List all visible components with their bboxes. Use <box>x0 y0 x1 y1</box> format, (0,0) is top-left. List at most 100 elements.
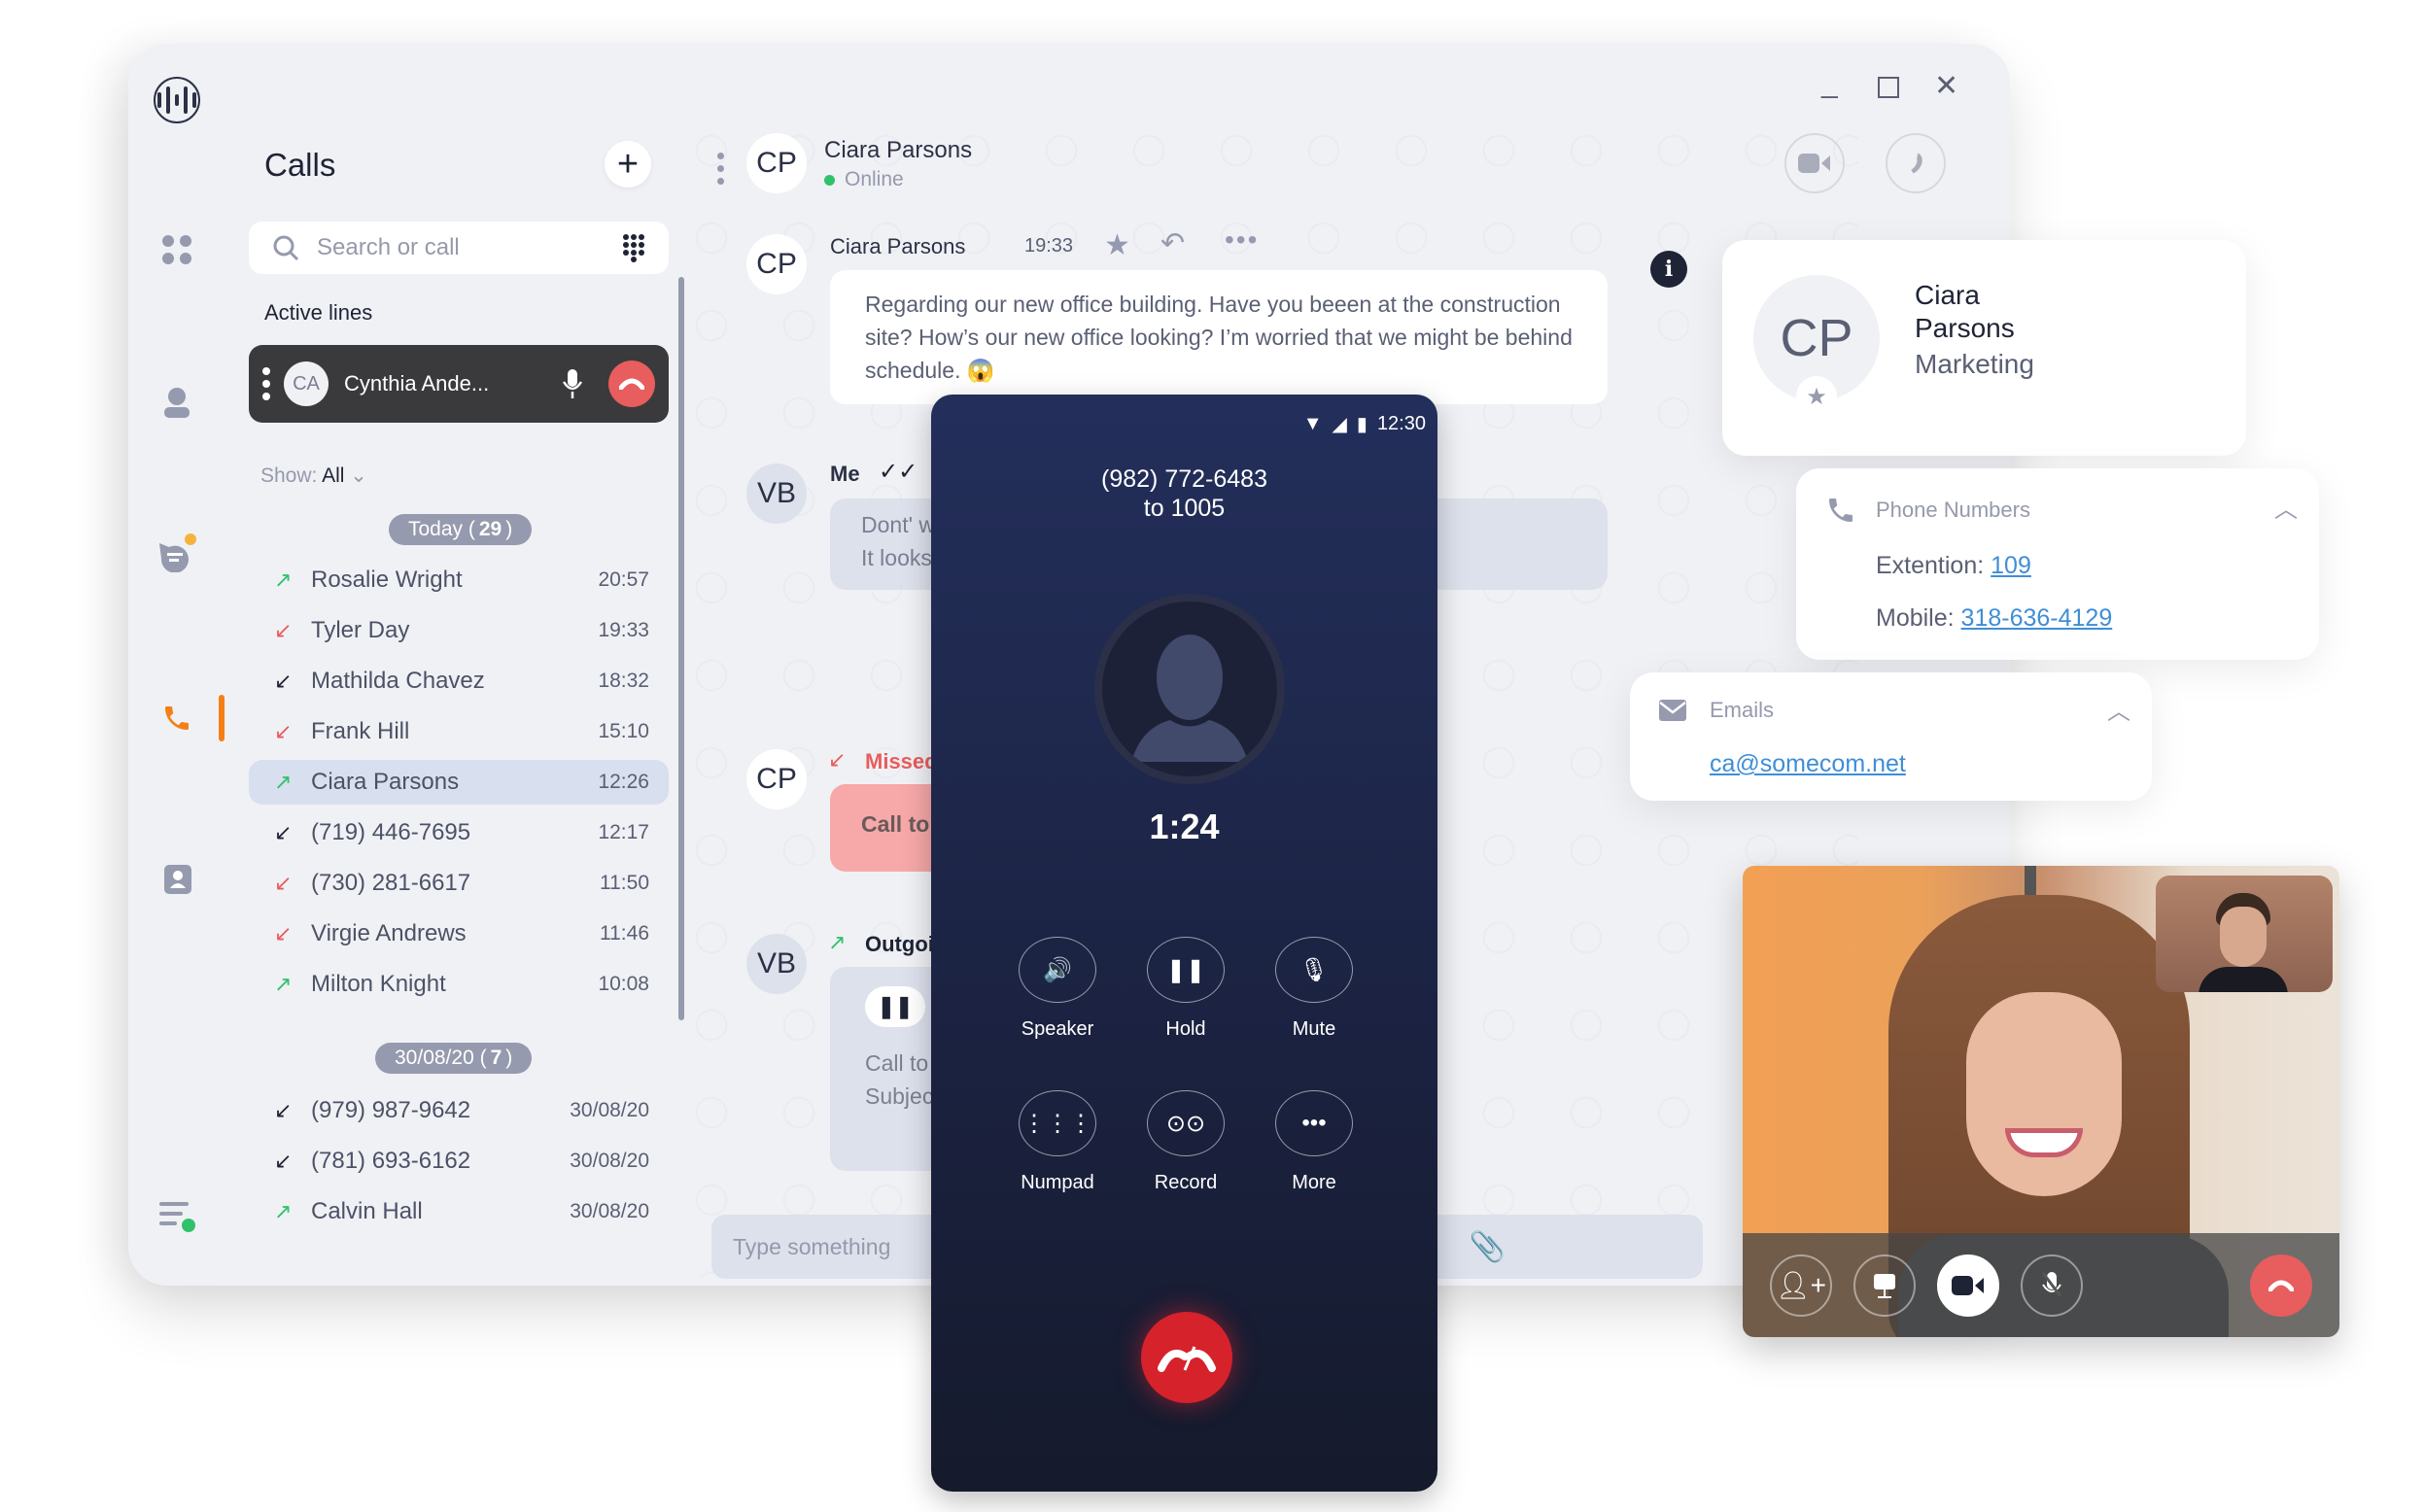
info-button[interactable]: i <box>1650 251 1687 288</box>
line-options-icon[interactable] <box>262 367 270 400</box>
remote-face <box>1966 992 2122 1196</box>
chat-options-icon[interactable] <box>717 153 724 185</box>
message-avatar: VB <box>746 934 807 994</box>
call-time: 11:46 <box>600 922 649 945</box>
dashboard-icon[interactable] <box>154 226 200 273</box>
chat-contact-name: Ciara Parsons <box>824 137 973 163</box>
call-history-row[interactable]: ↙ Virgie Andrews 11:46 <box>249 911 669 956</box>
phone-numbers-card: Phone Numbers ︿ Extention: 109 Mobile: 3… <box>1796 468 2319 660</box>
missed-call-icon: ↙ <box>274 719 293 743</box>
call-contact: Milton Knight <box>311 971 446 997</box>
mobile-link[interactable]: 318-636-4129 <box>1961 604 2113 632</box>
end-call-button[interactable] <box>1141 1312 1232 1403</box>
call-history-row[interactable]: ↗ Milton Knight 10:08 <box>249 962 669 1007</box>
menu-icon[interactable] <box>154 1192 200 1239</box>
call-time: 12:26 <box>598 771 649 793</box>
mic-icon[interactable] <box>562 368 583 399</box>
call-history-row[interactable]: ↙ (979) 987-9642 30/08/20 <box>249 1088 669 1133</box>
missed-call-icon: ↙ <box>274 921 293 945</box>
call-history-row[interactable]: ↗ Rosalie Wright 20:57 <box>249 558 669 602</box>
call-history-row[interactable]: ↙ (781) 693-6162 30/08/20 <box>249 1139 669 1184</box>
extension-link[interactable]: 109 <box>1991 552 2031 579</box>
missed-call-label: Missed <box>865 749 938 773</box>
pause-button[interactable]: ❚❚ <box>865 986 925 1027</box>
collapse-chevron-icon[interactable]: ︿ <box>2274 490 2298 524</box>
contacts-icon[interactable] <box>154 856 200 903</box>
self-view-video[interactable] <box>2156 876 2333 992</box>
call-contact: Frank Hill <box>311 718 410 744</box>
mute-button[interactable]: 🎙 <box>1275 937 1353 1003</box>
caller-avatar <box>1094 594 1285 784</box>
phone-icon <box>1829 498 1853 522</box>
speaker-label: Speaker <box>1021 1018 1094 1040</box>
call-time: 15:10 <box>598 720 649 742</box>
incoming-call-icon: ↙ <box>274 1149 293 1173</box>
email-link[interactable]: ca@somecom.net <box>1710 750 1906 778</box>
mobile-call-screen: ▼ ◢ ▮ 12:30 (982) 772-6483 to 1005 1:24 🔊 Sp… <box>931 395 1437 1492</box>
add-call-button[interactable]: + <box>605 141 651 188</box>
message-input-placeholder: Type something <box>733 1233 891 1259</box>
screen-share-button[interactable] <box>1853 1254 1916 1317</box>
status-bar: ▼ ◢ ▮ 12:30 <box>1303 412 1426 436</box>
call-history-row[interactable]: ↙ (730) 281-6617 11:50 <box>249 861 669 906</box>
call-history-row[interactable]: ↙ Mathilda Chavez 18:32 <box>249 659 669 704</box>
call-time: 18:32 <box>598 670 649 692</box>
search-input[interactable]: Search or call <box>249 222 669 274</box>
hangup-button[interactable] <box>608 361 655 407</box>
video-call-button[interactable] <box>1784 133 1845 193</box>
active-line-name: Cynthia Ande... <box>344 371 490 395</box>
collapse-chevron-icon[interactable]: ︿ <box>2107 692 2130 726</box>
message-avatar: VB <box>746 464 807 524</box>
profile-icon[interactable] <box>154 379 200 426</box>
record-button[interactable]: ⊙⊙ <box>1147 1090 1225 1156</box>
contact-card: CP ★ Ciara Parsons Marketing <box>1722 240 2246 456</box>
call-time: 30/08/20 <box>570 1150 649 1172</box>
mobile-row: Mobile: 318-636-4129 <box>1876 604 2113 632</box>
minimize-button[interactable]: _ <box>1821 67 1838 100</box>
add-participant-button[interactable]: 👤︎+ <box>1770 1254 1832 1317</box>
call-history-row[interactable]: ↗ Ciara Parsons 12:26 <box>249 760 669 805</box>
chat-avatar: CP <box>746 133 807 193</box>
message-avatar: CP <box>746 749 807 809</box>
date-group-today: Today (29) <box>389 514 533 545</box>
video-call-window: 👤︎+ <box>1743 866 2339 1337</box>
call-contact: Virgie Andrews <box>311 920 467 946</box>
call-history-row[interactable]: ↙ Frank Hill 15:10 <box>249 709 669 754</box>
message-bubble: Regarding our new office building. Have … <box>830 270 1608 404</box>
mic-off-icon <box>2041 1271 2062 1297</box>
active-line-item[interactable]: CA Cynthia Ande... <box>249 345 669 423</box>
calls-scrollbar[interactable] <box>678 277 684 1020</box>
speaker-button[interactable]: 🔊 <box>1019 937 1096 1003</box>
star-icon[interactable]: ★ <box>1104 228 1130 262</box>
phone-icon[interactable] <box>154 695 200 741</box>
speaker-icon: 🔊 <box>1043 956 1072 983</box>
end-video-call-button[interactable] <box>2250 1254 2312 1317</box>
reply-icon[interactable]: ↶ <box>1160 226 1185 260</box>
call-time: 30/08/20 <box>570 1099 649 1121</box>
mute-icon: 🎙 <box>1299 956 1330 983</box>
numpad-button[interactable]: ⋮⋮⋮ <box>1019 1090 1096 1156</box>
call-history-row[interactable]: ↙ (719) 446-7695 12:17 <box>249 810 669 855</box>
mute-button[interactable] <box>2021 1254 2083 1317</box>
camera-toggle-button[interactable] <box>1937 1254 1999 1317</box>
close-button[interactable]: ✕ <box>1934 69 1958 103</box>
call-contact: Ciara Parsons <box>311 769 460 795</box>
hold-button[interactable]: ❚❚ <box>1147 937 1225 1003</box>
call-history-row[interactable]: ↙ Tyler Day 19:33 <box>249 608 669 653</box>
more-icon[interactable]: ••• <box>1225 224 1259 256</box>
dialpad-icon[interactable] <box>622 233 645 262</box>
maximize-button[interactable] <box>1878 77 1899 98</box>
screen-share-icon <box>1874 1273 1895 1298</box>
attachment-icon[interactable]: 📎 <box>1470 1230 1682 1264</box>
read-receipt-icon: ✓✓ <box>879 459 918 485</box>
call-time: 12:17 <box>598 821 649 843</box>
audio-call-button[interactable] <box>1886 133 1946 193</box>
emails-title: Emails <box>1710 698 1775 722</box>
calls-title: Calls <box>264 147 336 183</box>
chat-icon[interactable] <box>154 530 200 576</box>
more-button[interactable]: ••• <box>1275 1090 1353 1156</box>
show-filter[interactable]: Show: All ⌄ <box>260 464 367 488</box>
call-history-row[interactable]: ↗ Calvin Hall 30/08/20 <box>249 1189 669 1234</box>
favorite-star-icon[interactable]: ★ <box>1796 376 1837 417</box>
email-icon <box>1659 700 1686 721</box>
